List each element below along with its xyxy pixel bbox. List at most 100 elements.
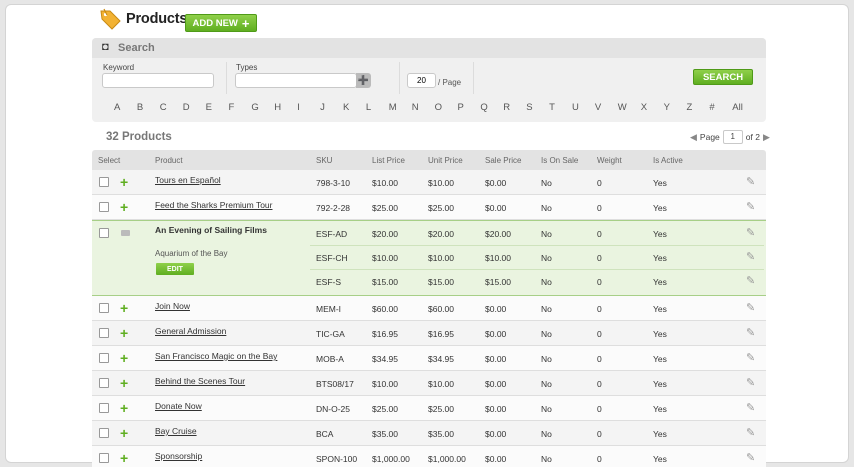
edit-pencil-icon[interactable]: ✎ bbox=[746, 228, 755, 239]
is-on-sale-cell: No bbox=[541, 203, 552, 213]
expand-plus-icon[interactable]: + bbox=[120, 200, 128, 214]
is-active-cell: Yes bbox=[653, 277, 667, 287]
edit-pencil-icon[interactable]: ✎ bbox=[746, 403, 755, 414]
edit-pencil-icon[interactable]: ✎ bbox=[746, 328, 755, 339]
letter-filter-a[interactable]: A bbox=[114, 102, 120, 113]
letter-filter-k[interactable]: K bbox=[343, 102, 349, 113]
product-name-link[interactable]: Feed the Sharks Premium Tour bbox=[155, 200, 272, 210]
letter-filter-z[interactable]: Z bbox=[687, 102, 693, 113]
row-checkbox[interactable] bbox=[99, 177, 109, 187]
per-page-input[interactable] bbox=[407, 73, 436, 88]
unit-price-cell: $15.00 bbox=[428, 277, 454, 287]
product-name-link[interactable]: Tours en Español bbox=[155, 175, 221, 185]
sku-cell: SPON-100 bbox=[316, 454, 358, 464]
letter-filter-j[interactable]: J bbox=[320, 102, 325, 113]
letter-filter-i[interactable]: I bbox=[297, 102, 300, 113]
sku-cell: MEM-I bbox=[316, 304, 342, 314]
letter-filter-hash[interactable]: # bbox=[709, 102, 714, 113]
letter-filter-q[interactable]: Q bbox=[480, 102, 487, 113]
letter-filter-p[interactable]: P bbox=[458, 102, 464, 113]
edit-pencil-icon[interactable]: ✎ bbox=[746, 276, 755, 287]
sku-cell: 792-2-28 bbox=[316, 203, 351, 213]
dropdown-arrow-icon[interactable]: ➕ bbox=[356, 73, 371, 88]
unit-price-cell: $1,000.00 bbox=[428, 454, 466, 464]
row-checkbox[interactable] bbox=[99, 353, 109, 363]
add-new-button[interactable]: ADD NEW + bbox=[185, 14, 257, 32]
product-name-link[interactable]: Behind the Scenes Tour bbox=[155, 376, 245, 386]
expand-plus-icon[interactable]: + bbox=[120, 376, 128, 390]
row-checkbox[interactable] bbox=[99, 453, 109, 463]
letter-filter-b[interactable]: B bbox=[137, 102, 143, 113]
letter-filter-n[interactable]: N bbox=[412, 102, 419, 113]
is-active-cell: Yes bbox=[653, 253, 667, 263]
edit-pencil-icon[interactable]: ✎ bbox=[746, 453, 755, 464]
product-name-link[interactable]: San Francisco Magic on the Bay bbox=[155, 351, 277, 361]
product-name-link[interactable]: Sponsorship bbox=[155, 451, 202, 461]
letter-filter-m[interactable]: M bbox=[389, 102, 397, 113]
letter-filter-l[interactable]: L bbox=[366, 102, 371, 113]
row-checkbox[interactable] bbox=[99, 303, 109, 313]
unit-price-cell: $35.00 bbox=[428, 429, 454, 439]
collapse-minus-icon[interactable] bbox=[121, 230, 130, 236]
is-active-cell: Yes bbox=[653, 379, 667, 389]
search-title: Search bbox=[118, 42, 155, 54]
letter-filter-x[interactable]: X bbox=[641, 102, 647, 113]
letter-filter-h[interactable]: H bbox=[274, 102, 281, 113]
expand-plus-icon[interactable]: + bbox=[120, 451, 128, 465]
letter-filter-o[interactable]: O bbox=[435, 102, 442, 113]
letter-filter-y[interactable]: Y bbox=[664, 102, 670, 113]
letter-filter-f[interactable]: F bbox=[229, 102, 235, 113]
expand-plus-icon[interactable]: + bbox=[120, 351, 128, 365]
col-product: Product bbox=[155, 156, 183, 165]
edit-pencil-icon[interactable]: ✎ bbox=[746, 428, 755, 439]
expand-plus-icon[interactable]: + bbox=[120, 326, 128, 340]
expand-plus-icon[interactable]: + bbox=[120, 301, 128, 315]
product-name: An Evening of Sailing Films bbox=[155, 225, 267, 235]
letter-filter-s[interactable]: S bbox=[526, 102, 532, 113]
expanded-row: An Evening of Sailing Films Aquarium of t… bbox=[92, 220, 766, 296]
expand-plus-icon[interactable]: + bbox=[120, 426, 128, 440]
row-checkbox[interactable] bbox=[99, 328, 109, 338]
types-select[interactable] bbox=[235, 73, 357, 88]
next-page-icon[interactable]: ▶ bbox=[763, 132, 770, 143]
search-button[interactable]: SEARCH bbox=[693, 69, 753, 85]
letter-filter-r[interactable]: R bbox=[503, 102, 510, 113]
product-name-link[interactable]: Donate Now bbox=[155, 401, 202, 411]
col-list-price: List Price bbox=[372, 156, 405, 165]
is-on-sale-cell: No bbox=[541, 329, 552, 339]
letter-filter-u[interactable]: U bbox=[572, 102, 579, 113]
edit-pencil-icon[interactable]: ✎ bbox=[746, 353, 755, 364]
letter-filter-all[interactable]: All bbox=[732, 102, 743, 113]
row-checkbox[interactable] bbox=[99, 428, 109, 438]
product-name-link[interactable]: General Admission bbox=[155, 326, 226, 336]
letter-filter-t[interactable]: T bbox=[549, 102, 555, 113]
edit-pencil-icon[interactable]: ✎ bbox=[746, 303, 755, 314]
sale-price-cell: $0.00 bbox=[485, 203, 507, 213]
page-input[interactable]: 1 bbox=[722, 130, 743, 144]
row-checkbox[interactable] bbox=[99, 202, 109, 212]
expand-plus-icon[interactable]: + bbox=[120, 401, 128, 415]
product-name-link[interactable]: Join Now bbox=[155, 301, 190, 311]
table-header: Select Product SKU List Price Unit Price… bbox=[92, 150, 766, 170]
row-checkbox[interactable] bbox=[99, 378, 109, 388]
weight-cell: 0 bbox=[597, 203, 602, 213]
letter-filter-w[interactable]: W bbox=[618, 102, 627, 113]
prev-page-icon[interactable]: ◀ bbox=[690, 132, 697, 143]
keyword-input[interactable] bbox=[102, 73, 214, 88]
row-checkbox[interactable] bbox=[99, 228, 109, 238]
is-active-cell: Yes bbox=[653, 229, 667, 239]
product-name-link[interactable]: Bay Cruise bbox=[155, 426, 197, 436]
letter-filter-c[interactable]: C bbox=[160, 102, 167, 113]
edit-pencil-icon[interactable]: ✎ bbox=[746, 177, 755, 188]
letter-filter-v[interactable]: V bbox=[595, 102, 601, 113]
edit-pencil-icon[interactable]: ✎ bbox=[746, 252, 755, 263]
letter-filter-e[interactable]: E bbox=[206, 102, 212, 113]
edit-button[interactable]: EDIT bbox=[156, 263, 194, 275]
edit-pencil-icon[interactable]: ✎ bbox=[746, 378, 755, 389]
row-checkbox[interactable] bbox=[99, 403, 109, 413]
expand-plus-icon[interactable]: + bbox=[120, 175, 128, 189]
edit-pencil-icon[interactable]: ✎ bbox=[746, 202, 755, 213]
sku-cell: BTS08/17 bbox=[316, 379, 354, 389]
letter-filter-g[interactable]: G bbox=[251, 102, 258, 113]
letter-filter-d[interactable]: D bbox=[183, 102, 190, 113]
